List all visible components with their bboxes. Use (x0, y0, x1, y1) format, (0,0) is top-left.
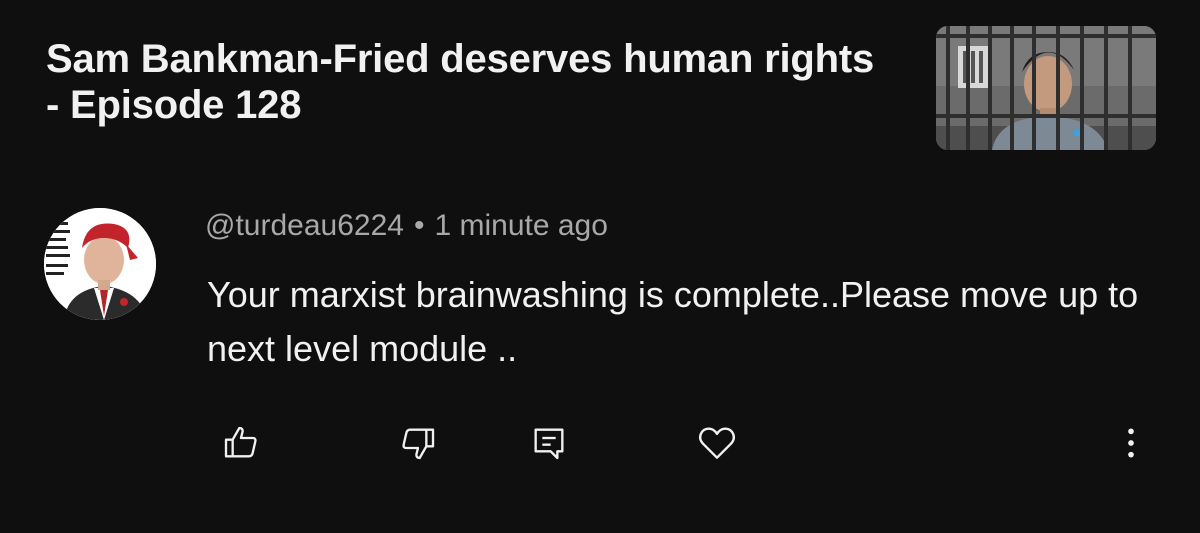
more-options-button[interactable] (1106, 418, 1156, 468)
reply-comment-icon (534, 428, 564, 460)
commenter-avatar[interactable] (44, 208, 156, 320)
comment-author[interactable]: @turdeau6224 (205, 209, 404, 242)
heart-button[interactable] (692, 418, 742, 468)
video-thumbnail[interactable] (936, 26, 1156, 150)
dislike-button[interactable] (393, 418, 443, 468)
meta-separator: • (413, 209, 425, 242)
thumbs-down-icon (402, 428, 435, 460)
thumbs-up-icon (224, 426, 257, 458)
like-button[interactable] (216, 418, 266, 468)
thumbnail-image (936, 26, 1156, 150)
comment-text: Your marxist brainwashing is complete..P… (207, 274, 1139, 369)
comment-meta: @turdeau6224 • 1 minute ago (205, 206, 608, 246)
more-vertical-icon (1128, 428, 1134, 458)
heart-icon (698, 427, 736, 459)
video-title[interactable]: Sam Bankman-Fried deserves human rights … (46, 36, 896, 128)
avatar-image (44, 208, 156, 320)
comment-timestamp: 1 minute ago (434, 209, 608, 242)
reply-button[interactable] (524, 418, 574, 468)
